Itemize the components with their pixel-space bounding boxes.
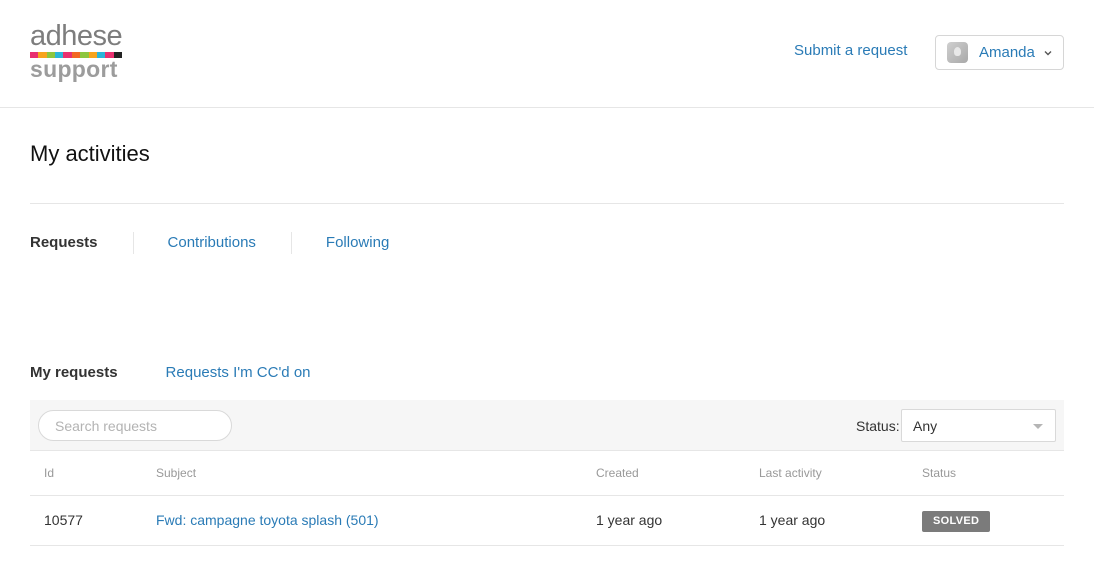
column-header-status[interactable]: Status <box>922 466 956 480</box>
tab-following[interactable]: Following <box>290 232 424 254</box>
requests-table: Id Subject Created Last activity Status … <box>30 451 1064 546</box>
caret-down-icon <box>1033 424 1043 429</box>
request-subject-link[interactable]: Fwd: campagne toyota splash (501) <box>156 512 379 528</box>
filter-bar: Status: Any <box>30 400 1064 451</box>
divider <box>30 203 1064 204</box>
request-last-activity: 1 year ago <box>759 512 826 528</box>
status-badge: SOLVED <box>922 511 991 532</box>
activity-tabs: Requests Contributions Following <box>30 232 424 254</box>
request-created: 1 year ago <box>596 512 663 528</box>
column-header-created[interactable]: Created <box>596 466 639 480</box>
logo-text-bottom: support <box>30 56 118 82</box>
tab-contributions[interactable]: Contributions <box>132 232 291 254</box>
user-name: Amanda <box>979 44 1035 61</box>
chevron-down-icon <box>1044 50 1052 55</box>
search-requests-input[interactable] <box>38 410 232 441</box>
user-menu-button[interactable]: Amanda <box>935 35 1064 70</box>
status-filter-value: Any <box>913 417 938 434</box>
site-header: adhese support Submit a request Amanda <box>0 0 1094 108</box>
subtab-my-requests[interactable]: My requests <box>30 364 118 382</box>
avatar <box>947 42 968 63</box>
status-filter-label: Status: <box>856 418 900 434</box>
logo-text-top: adhese <box>30 20 123 52</box>
page-title: My activities <box>30 141 150 166</box>
submit-request-link[interactable]: Submit a request <box>794 42 907 59</box>
request-subtabs: My requests Requests I'm CC'd on <box>30 364 359 382</box>
adhese-support-logo[interactable]: adhese support <box>30 22 125 84</box>
table-header: Id Subject Created Last activity Status <box>30 451 1064 496</box>
tab-requests[interactable]: Requests <box>30 233 133 253</box>
subtab-cc-requests[interactable]: Requests I'm CC'd on <box>166 364 311 382</box>
column-header-subject[interactable]: Subject <box>156 466 196 480</box>
status-filter-select[interactable]: Any <box>901 409 1056 442</box>
column-header-last-activity[interactable]: Last activity <box>759 466 822 480</box>
table-row: 10577 Fwd: campagne toyota splash (501) … <box>30 496 1064 546</box>
column-header-id[interactable]: Id <box>44 466 54 480</box>
request-id: 10577 <box>44 512 83 528</box>
